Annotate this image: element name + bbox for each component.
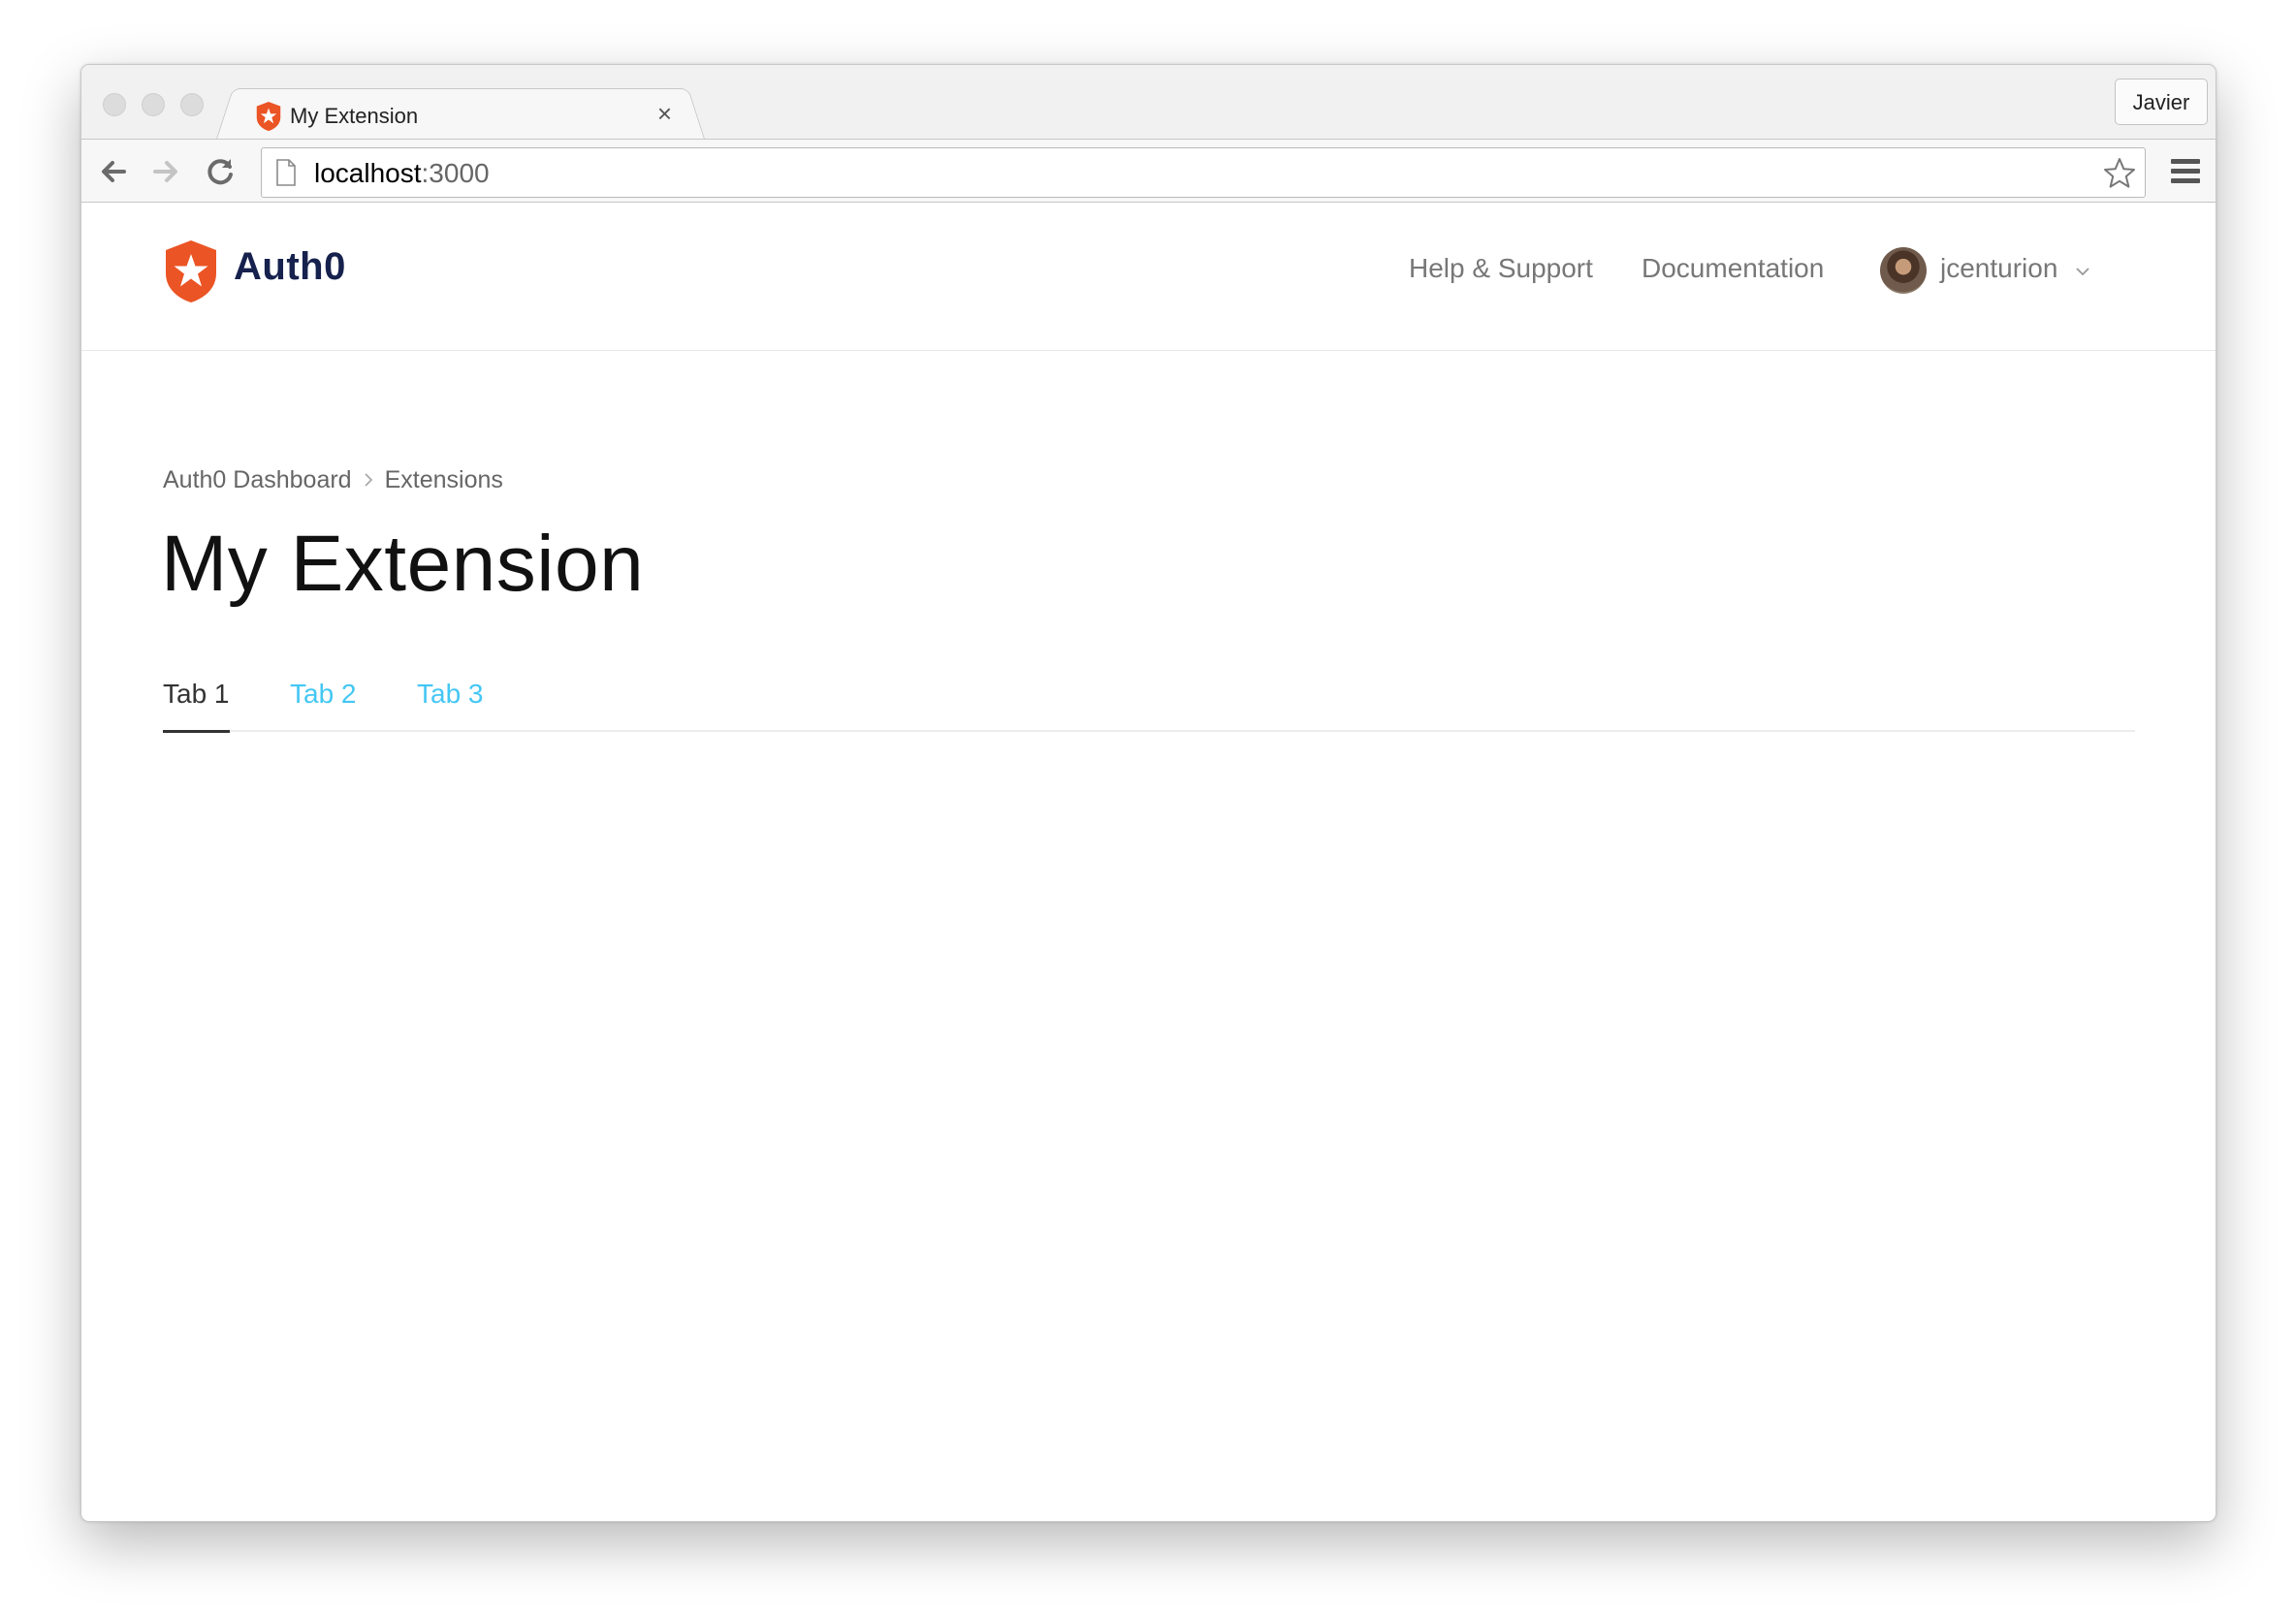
browser-tab-title: My Extension [290, 104, 419, 128]
breadcrumb-extensions-link[interactable]: Extensions [385, 466, 503, 493]
minimize-window-icon[interactable] [142, 93, 165, 116]
page-content: Auth0 Help & Support Documentation jcent… [81, 203, 2216, 1521]
tab-1[interactable]: Tab 1 [163, 678, 230, 733]
profile-button[interactable]: Javier [2115, 79, 2208, 125]
site-header: Auth0 Help & Support Documentation jcent… [81, 203, 2216, 351]
chevron-down-icon[interactable] [2076, 267, 2089, 276]
tabs: Tab 1 Tab 2 Tab 3 [163, 678, 2135, 733]
user-menu-name[interactable]: jcenturion [1940, 253, 2057, 284]
browser-window: My Extension × Javier localhost:3000 Aut… [80, 64, 2216, 1522]
tab-strip: My Extension × Javier [81, 65, 2216, 142]
avatar[interactable] [1880, 247, 1927, 294]
url-port: :3000 [421, 158, 490, 188]
browser-tab[interactable]: My Extension × [237, 88, 685, 142]
auth0-favicon-icon [256, 101, 281, 132]
auth0-logo-icon[interactable] [163, 238, 219, 304]
address-bar[interactable]: localhost:3000 [261, 147, 2146, 198]
tab-3[interactable]: Tab 3 [417, 678, 484, 730]
close-window-icon[interactable] [103, 93, 126, 116]
url-host: localhost [314, 158, 422, 188]
page-icon [276, 159, 296, 186]
tab-2[interactable]: Tab 2 [290, 678, 357, 730]
url-text: localhost:3000 [314, 158, 490, 189]
zoom-window-icon[interactable] [180, 93, 204, 116]
breadcrumb-dashboard-link[interactable]: Auth0 Dashboard [163, 466, 352, 493]
browser-toolbar: localhost:3000 [81, 139, 2216, 203]
back-arrow-icon[interactable] [97, 155, 130, 188]
browser-menu-icon[interactable] [2171, 159, 2200, 184]
documentation-link[interactable]: Documentation [1642, 253, 1824, 284]
page-title: My Extension [161, 520, 645, 608]
help-support-link[interactable]: Help & Support [1409, 253, 1593, 284]
breadcrumb: Auth0 Dashboard Extensions [163, 466, 503, 494]
forward-arrow-icon[interactable] [149, 155, 182, 188]
brand-name[interactable]: Auth0 [234, 245, 346, 289]
close-tab-icon[interactable]: × [657, 99, 672, 128]
reload-icon[interactable] [205, 155, 238, 188]
chevron-right-icon [352, 466, 385, 494]
bookmark-star-icon[interactable] [2102, 156, 2137, 191]
